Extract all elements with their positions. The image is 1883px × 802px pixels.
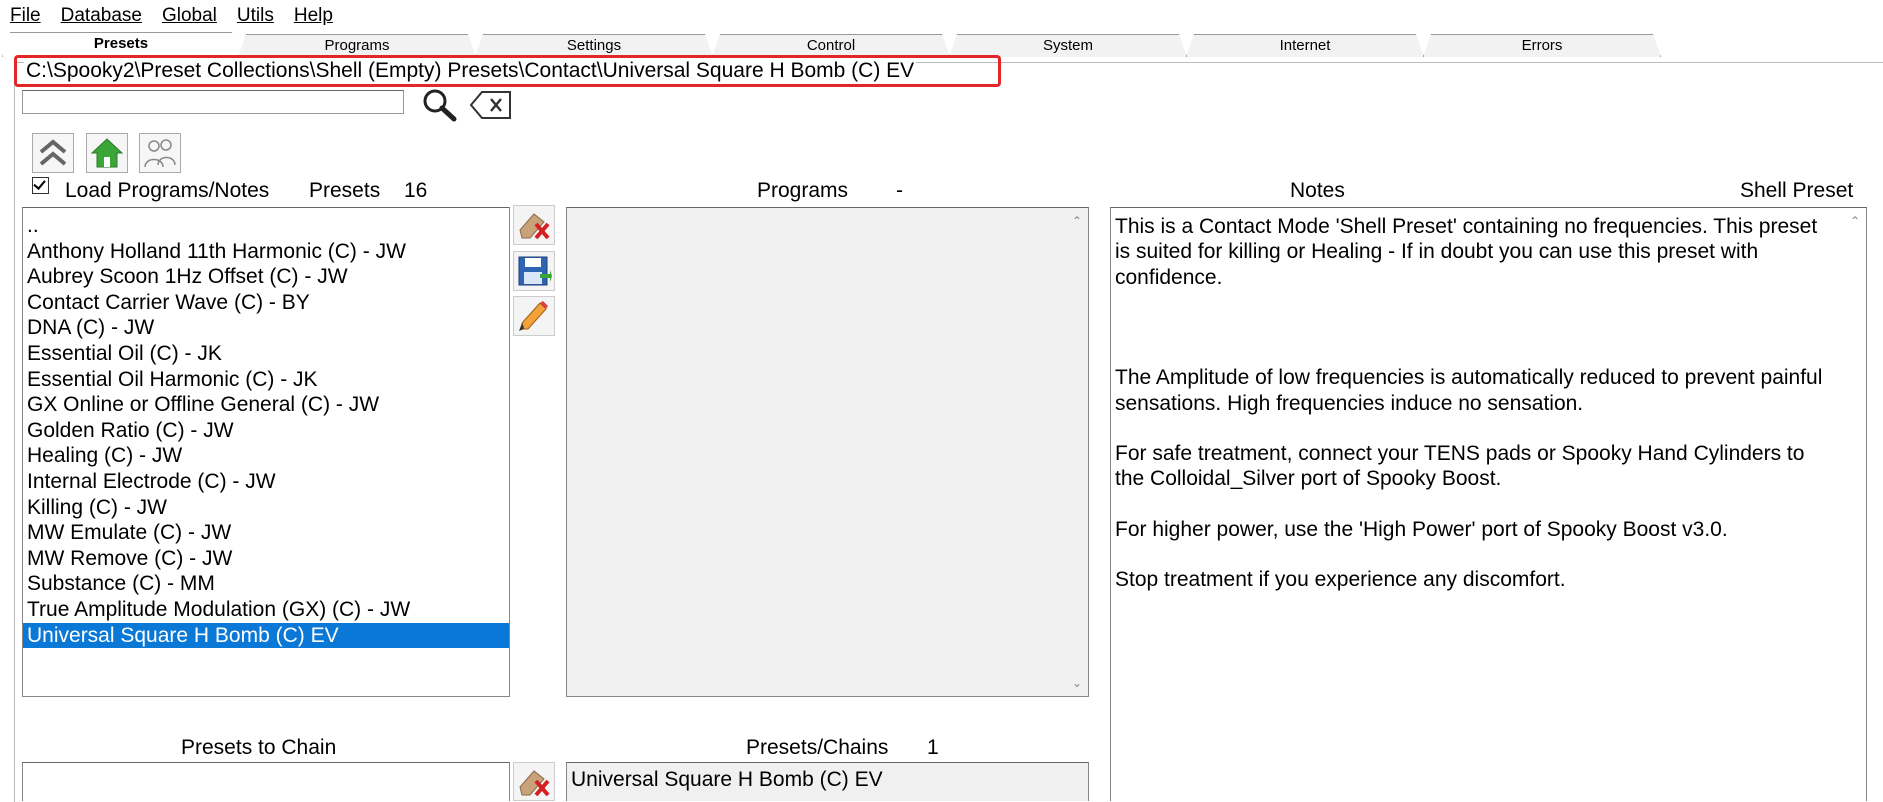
users-icon [144,139,176,168]
menu-database-label: Database [60,5,142,26]
tab-control[interactable]: Control [712,34,950,57]
presets-header-label: Presets [309,179,381,202]
menu-file[interactable]: File [0,5,51,27]
notes-paragraph: Stop treatment if you experience any dis… [1115,568,1566,592]
list-item[interactable]: Universal Square H Bomb (C) EV [567,767,1088,793]
search-button[interactable] [418,86,460,122]
list-item[interactable]: MW Remove (C) - JW [23,546,509,572]
preset-path: C:\Spooky2\Preset Collections\Shell (Emp… [24,59,917,83]
list-item[interactable]: DNA (C) - JW [23,315,509,341]
menu-global[interactable]: Global [152,5,227,27]
menu-utils[interactable]: Utils [227,5,284,27]
presets-to-chain-list[interactable] [22,762,510,801]
menu-database[interactable]: Database [51,5,152,27]
list-item[interactable]: Internal Electrode (C) - JW [23,469,509,495]
menu-help[interactable]: Help [284,5,343,27]
notes-paragraph: For higher power, use the 'High Power' p… [1115,517,1728,541]
presets-list[interactable]: .. Anthony Holland 11th Harmonic (C) - JW… [22,207,510,697]
load-programs-label: Load Programs/Notes [65,179,270,202]
notes-scrollbar[interactable]: ⌃ [1844,208,1866,801]
clear-search-button[interactable] [468,88,514,122]
users-button[interactable] [139,133,181,173]
list-item[interactable]: Substance (C) - MM [23,571,509,597]
notes-paragraph: For safe treatment, connect your TENS pa… [1115,442,1805,491]
list-item[interactable]: .. [23,213,509,239]
up-chevron-icon [39,139,67,166]
notes-header-label: Notes [1290,179,1345,202]
programs-scrollbar[interactable]: ⌃ ⌄ [1066,208,1088,696]
list-item[interactable]: Golden Ratio (C) - JW [23,418,509,444]
menu-global-label: Global [161,5,217,26]
load-programs-row[interactable]: Load Programs/Notes [32,176,270,203]
up-folder-button[interactable] [32,133,74,173]
delete-preset-button[interactable] [513,205,555,245]
search-icon [423,89,457,122]
tab-presets[interactable]: Presets [2,32,240,57]
notes-type-label: Shell Preset [1740,179,1854,202]
list-item[interactable]: True Amplitude Modulation (GX) (C) - JW [23,597,509,623]
delete-chain-button[interactable] [513,762,555,801]
list-item[interactable]: GX Online or Offline General (C) - JW [23,392,509,418]
presets-chains-count: 1 [927,736,939,759]
programs-count: - [896,179,903,202]
list-item[interactable]: Anthony Holland 11th Harmonic (C) - JW [23,239,509,265]
presets-count: 16 [404,179,428,202]
presets-to-chain-label: Presets to Chain [181,736,337,759]
menu-utils-label: Utils [236,5,274,26]
tab-settings[interactable]: Settings [475,34,713,57]
presets-chains-label: Presets/Chains [746,736,889,759]
list-item[interactable]: Essential Oil Harmonic (C) - JK [23,367,509,393]
tab-internet[interactable]: Internet [1186,34,1424,57]
list-item[interactable]: Healing (C) - JW [23,443,509,469]
backspace-clear-icon [469,91,511,119]
pencil-edit-icon [519,301,548,331]
list-item-selected[interactable]: Universal Square H Bomb (C) EV [23,622,509,649]
search-input[interactable] [22,90,404,114]
tab-errors[interactable]: Errors [1423,34,1661,57]
eraser-delete-icon [519,769,550,796]
tab-bar: Presets Programs Settings Control System… [0,32,1883,56]
programs-list[interactable]: ⌃ ⌄ [566,207,1089,697]
scroll-up-icon[interactable]: ⌃ [1066,211,1088,231]
eraser-delete-icon [519,213,550,240]
presets-chains-list[interactable]: Universal Square H Bomb (C) EV [566,762,1089,801]
notes-textarea[interactable]: This is a Contact Mode 'Shell Preset' co… [1110,207,1867,801]
list-item[interactable]: Essential Oil (C) - JK [23,341,509,367]
menu-file-label: File [10,5,41,26]
edit-preset-button[interactable] [513,296,555,336]
menu-help-label: Help [293,5,333,26]
scroll-up-icon[interactable]: ⌃ [1844,211,1866,231]
save-preset-button[interactable] [513,251,555,291]
scroll-down-icon[interactable]: ⌄ [1066,673,1088,693]
notes-paragraph: This is a Contact Mode 'Shell Preset' co… [1115,215,1818,289]
list-item[interactable]: MW Emulate (C) - JW [23,520,509,546]
home-button[interactable] [86,133,128,173]
home-icon [90,138,124,168]
menu-bar: File Database Global Utils Help [0,0,1883,32]
load-programs-checkbox[interactable] [32,176,49,194]
list-item[interactable]: Contact Carrier Wave (C) - BY [23,290,509,316]
programs-header-label: Programs [757,179,849,202]
floppy-save-icon [518,256,552,286]
notes-paragraph: The Amplitude of low frequencies is auto… [1115,366,1823,415]
tab-system[interactable]: System [949,34,1187,57]
tab-programs[interactable]: Programs [238,34,476,57]
notes-content: This is a Contact Mode 'Shell Preset' co… [1111,208,1866,593]
list-item[interactable]: Aubrey Scoon 1Hz Offset (C) - JW [23,264,509,290]
list-item[interactable]: Killing (C) - JW [23,495,509,521]
notes-paragraph-empty [1115,315,1836,340]
